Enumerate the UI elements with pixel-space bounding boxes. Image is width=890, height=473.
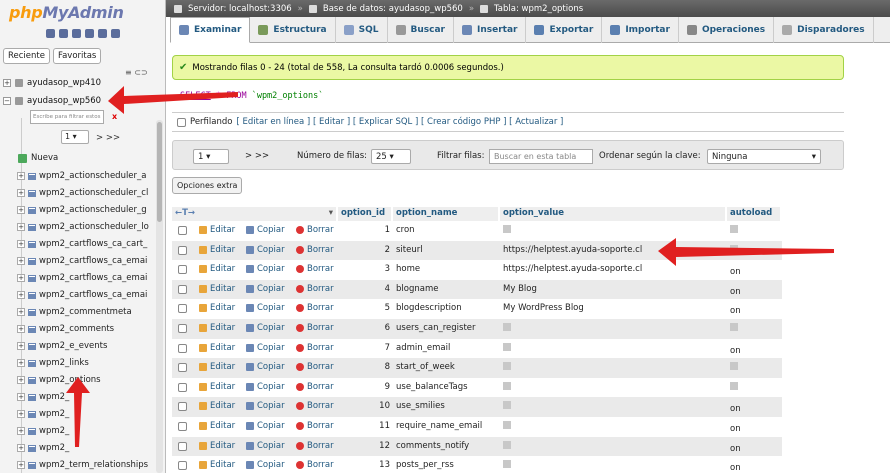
arrow-url bbox=[658, 238, 834, 266]
arrow-db bbox=[108, 86, 238, 114]
annotation-arrows bbox=[66, 86, 834, 447]
arrow-options bbox=[66, 377, 90, 447]
